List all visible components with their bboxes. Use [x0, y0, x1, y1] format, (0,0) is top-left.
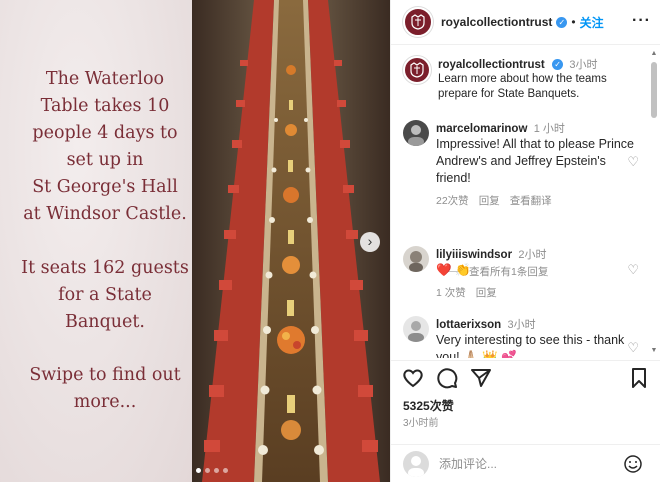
share-icon[interactable] [469, 366, 493, 390]
caption-line: The Waterloo [45, 69, 165, 89]
comment-time: 1 小时 [533, 123, 565, 135]
comment-icon[interactable] [435, 366, 459, 390]
carousel-dots [196, 468, 228, 473]
caption-avatar[interactable] [403, 56, 431, 84]
post-actions [391, 362, 660, 394]
comment-text: ❤️ 👏 [436, 263, 471, 277]
caption-comment: royalcollectiontrust ✓ 3小时 Learn more ab… [403, 56, 643, 102]
comment-like-icon[interactable]: ♡ [627, 340, 639, 356]
instagram-post-window: The Waterloo Table takes 10 people 4 day… [0, 0, 660, 482]
user-photo-icon [403, 316, 429, 342]
comment-time: 3小时 [507, 319, 536, 331]
comment-text: Impressive! All that to please Prince An… [436, 137, 635, 185]
scroll-up-icon[interactable]: ▲ [650, 50, 658, 57]
crest-icon [410, 62, 424, 78]
comment-like-count[interactable]: 1 次赞 [436, 285, 466, 300]
comment-like-icon[interactable]: ♡ [627, 262, 639, 278]
caption-line: more... [73, 392, 137, 412]
media-caption-block-3: Swipe to find out more... [0, 362, 210, 416]
post-details-panel: royalcollectiontrust ✓ • 关注 ··· royalcol… [390, 0, 660, 482]
user-photo-icon [403, 246, 429, 272]
scroll-thumb[interactable] [651, 62, 657, 118]
caption-text: Learn more about how the teams prepare f… [438, 73, 607, 100]
verified-badge-icon: ✓ [552, 59, 564, 71]
comment-like-count[interactable]: 22次赞 [436, 193, 469, 208]
comment-like-icon[interactable]: ♡ [627, 154, 639, 170]
caption-line: Banquet. [65, 312, 145, 332]
divider [391, 360, 660, 361]
carousel-dot [205, 468, 210, 473]
separator: • [571, 15, 576, 29]
verified-badge-icon: ✓ [556, 16, 568, 28]
like-heart-icon[interactable] [401, 366, 425, 390]
account-username[interactable]: royalcollectiontrust [441, 15, 552, 29]
commenter-avatar[interactable] [403, 316, 429, 342]
follow-button[interactable]: 关注 [580, 14, 604, 31]
caption-line: set up in [66, 150, 144, 170]
caption-line: people 4 days to [32, 123, 178, 143]
caption-line: for a State [58, 285, 152, 305]
comments-list[interactable]: royalcollectiontrust ✓ 3小时 Learn more ab… [391, 46, 660, 358]
commenter-avatar[interactable] [403, 120, 429, 146]
comments-scrollbar[interactable]: ▲ ▼ [650, 50, 658, 354]
add-comment-bar [391, 444, 660, 482]
comment-text: Very interesting to see this - thank you… [436, 333, 625, 358]
carousel-dot [214, 468, 219, 473]
user-avatar-icon [408, 455, 424, 477]
carousel-dot [196, 468, 201, 473]
more-options-icon[interactable]: ··· [632, 12, 651, 30]
caption-line: St George's Hall [32, 177, 178, 197]
media-text-panel: The Waterloo Table takes 10 people 4 day… [0, 0, 192, 482]
likes-count[interactable]: 5325次赞 [403, 397, 454, 414]
add-comment-input[interactable] [439, 456, 619, 471]
posted-time: 3小时前 [403, 418, 439, 429]
comment-username[interactable]: lottaerixson [436, 319, 501, 331]
post-media[interactable]: The Waterloo Table takes 10 people 4 day… [0, 0, 390, 482]
save-bookmark-icon[interactable] [627, 366, 651, 390]
crest-icon [411, 14, 425, 30]
current-user-avatar [403, 450, 429, 477]
comment-username[interactable]: royalcollectiontrust [438, 59, 545, 71]
caption-line: Swipe to find out [29, 365, 181, 385]
reply-button[interactable]: 回复 [476, 285, 497, 300]
comment-item: lilyiiiswindsor 2小时 ❤️ 👏 1 次赞 回复 [403, 246, 643, 300]
commenter-avatar[interactable] [403, 246, 429, 272]
comment-item: lottaerixson 3小时 Very interesting to see… [403, 316, 643, 358]
comment-time: 3小时 [569, 59, 598, 71]
post-header: royalcollectiontrust ✓ • 关注 ··· [391, 0, 660, 44]
media-caption-block-2: It seats 162 guests for a State Banquet. [0, 255, 210, 336]
carousel-next-button[interactable]: › [360, 232, 380, 252]
reply-button[interactable]: 回复 [479, 193, 500, 208]
comment-item: marcelomarinow 1 小时 Impressive! All that… [403, 120, 643, 208]
user-photo-icon [403, 120, 429, 146]
divider [391, 44, 660, 45]
comment-username[interactable]: marcelomarinow [436, 123, 527, 135]
caption-line: Table takes 10 [40, 96, 170, 116]
account-avatar[interactable] [403, 7, 433, 37]
media-caption-block-1: The Waterloo Table takes 10 people 4 day… [0, 66, 210, 228]
caption-line: at Windsor Castle. [23, 204, 187, 224]
carousel-dot [223, 468, 228, 473]
translate-button[interactable]: 查看翻译 [510, 193, 552, 208]
comment-username[interactable]: lilyiiiswindsor [436, 249, 512, 261]
comment-time: 2小时 [518, 249, 547, 261]
scroll-down-icon[interactable]: ▼ [650, 347, 658, 354]
caption-line: It seats 162 guests [21, 258, 189, 278]
emoji-icon[interactable] [623, 454, 643, 474]
